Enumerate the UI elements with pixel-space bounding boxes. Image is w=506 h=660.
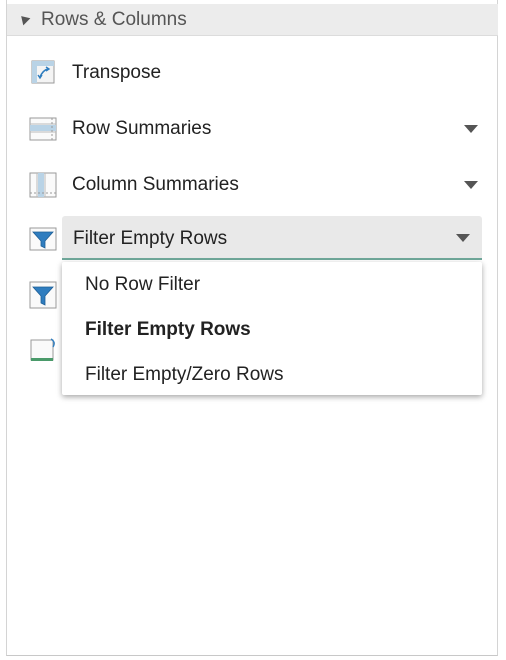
transpose-item[interactable]: Transpose (7, 52, 498, 92)
section-header[interactable]: Rows & Columns (7, 4, 498, 36)
row-summaries-dropdown-icon[interactable] (464, 125, 478, 133)
option-filter-empty-zero-rows[interactable]: Filter Empty/Zero Rows (85, 364, 283, 386)
option-no-row-filter[interactable]: No Row Filter (85, 274, 200, 296)
insert-sheet-icon (29, 336, 59, 366)
filter-icon (29, 224, 59, 254)
option-filter-empty-rows[interactable]: Filter Empty Rows (85, 319, 251, 341)
column-summaries-dropdown-icon[interactable] (464, 181, 478, 189)
collapse-arrow-icon[interactable] (17, 12, 31, 26)
filter-rows-selected-value: Filter Empty Rows (73, 228, 228, 249)
filter-rows-dropdown-list: No Row Filter Filter Empty Rows Filter E… (62, 262, 482, 395)
column-summaries-item[interactable]: Column Summaries (7, 164, 498, 204)
column-summaries-label: Column Summaries (72, 174, 239, 195)
section-title: Rows & Columns (41, 9, 187, 30)
row-summaries-label: Row Summaries (72, 118, 212, 139)
transpose-icon (29, 58, 59, 88)
row-summaries-icon (29, 114, 59, 144)
filter-columns-icon (29, 280, 59, 310)
filter-rows-select[interactable]: Filter Empty Rows (62, 216, 482, 260)
transpose-label: Transpose (72, 62, 162, 83)
filter-rows-dropdown-icon[interactable] (456, 234, 470, 242)
column-summaries-icon (29, 170, 59, 200)
row-summaries-item[interactable]: Row Summaries (7, 108, 498, 148)
